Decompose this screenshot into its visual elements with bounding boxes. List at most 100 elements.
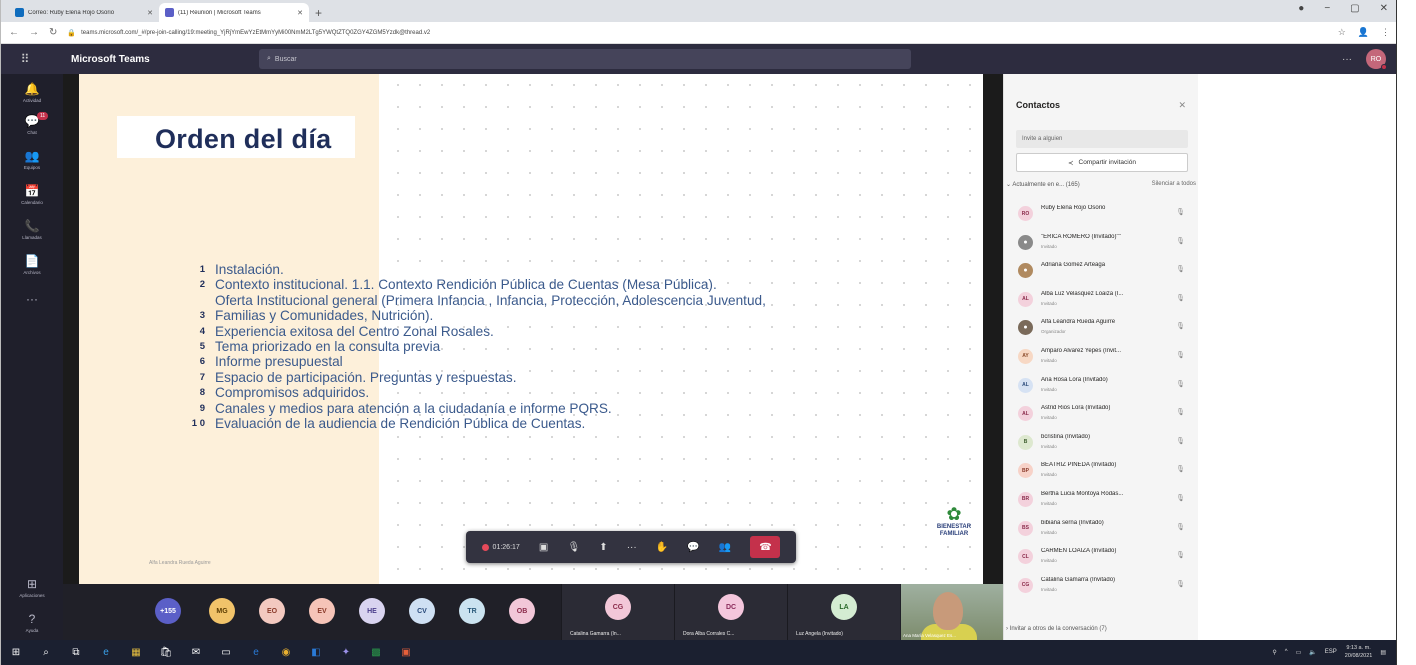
mic-muted-icon[interactable]: 🎙 xyxy=(1176,237,1185,245)
participant-list-item[interactable]: Bbcristina (Invitado) Invitado 🎙 xyxy=(1004,429,1199,458)
mic-muted-icon[interactable]: 🎙 xyxy=(1176,408,1185,416)
rail-item-more[interactable]: ··· xyxy=(1,292,63,306)
participant-list-item[interactable]: AY Amparo Alvarez Yepes (Invit... Invitado… xyxy=(1004,343,1199,372)
participant-list-item[interactable]: BP BEATRIZ PINEDA (Invitado) Invitado 🎙 xyxy=(1004,457,1199,486)
profile-icon[interactable]: ● xyxy=(1298,3,1304,14)
rail-item-aplicaciones[interactable]: ⊞ Aplicaciones xyxy=(1,577,63,598)
participant-list-item[interactable]: ● "ERICA ROMERO (Invitado)"" Invitado 🎙 xyxy=(1004,229,1199,258)
network-icon[interactable]: ▭ xyxy=(1296,649,1302,656)
participant-list-item[interactable]: ● Alfa Leandra Rueda Aguirre Organizador 🎙 xyxy=(1004,314,1199,343)
person-icon[interactable]: ⚲ xyxy=(1272,649,1276,656)
excel-icon[interactable]: ▩ xyxy=(361,647,391,658)
mic-muted-icon[interactable]: 🎙 xyxy=(1176,351,1185,359)
share-button[interactable]: ⬆ xyxy=(599,542,607,553)
outlook-icon[interactable]: ◧ xyxy=(301,647,331,658)
participant-avatar[interactable]: TR xyxy=(459,598,485,624)
participant-avatar[interactable]: HE xyxy=(359,598,385,624)
hangup-button[interactable]: ☎ xyxy=(750,536,781,558)
camera-off-button[interactable]: ▣ xyxy=(539,542,548,553)
participant-tile[interactable]: DC Dora Alba Corrales C... xyxy=(674,584,787,640)
notifications-icon[interactable]: ▤ xyxy=(1380,649,1386,656)
bookmark-star-icon[interactable]: ☆ xyxy=(1338,27,1346,38)
app-icon[interactable]: ▦ xyxy=(121,647,151,658)
mic-muted-icon[interactable]: 🎙 xyxy=(1176,523,1185,531)
store-icon[interactable]: 🛍 xyxy=(151,647,181,658)
search-box[interactable]: ⌕ Buscar xyxy=(259,49,911,69)
teams-icon[interactable]: ✦ xyxy=(331,647,361,658)
rail-item-chat[interactable]: 💬 Chat 11 xyxy=(1,112,63,135)
more-options-icon[interactable]: ··· xyxy=(1342,54,1352,65)
mic-muted-icon[interactable]: 🎙 xyxy=(1176,580,1185,588)
raise-hand-button[interactable]: ✋ xyxy=(656,542,668,553)
participants-button[interactable]: 👥 xyxy=(719,542,731,553)
maximize-button[interactable]: ▢ xyxy=(1350,3,1359,14)
mic-muted-icon[interactable]: 🎙 xyxy=(1176,294,1185,302)
mic-muted-icon[interactable]: 🎙 xyxy=(1176,551,1185,559)
participant-video-tile[interactable]: Ana María Velasquez Es... xyxy=(901,584,1003,640)
participant-avatar[interactable]: CV xyxy=(409,598,435,624)
language-indicator[interactable]: ESP xyxy=(1325,649,1337,655)
participant-list-item[interactable]: AL Ana Rosa Lora (Invitado) Invitado 🎙 xyxy=(1004,372,1199,401)
participant-avatar[interactable]: +155 xyxy=(155,598,181,624)
account-icon[interactable]: 👤 xyxy=(1358,27,1369,38)
close-icon[interactable]: ✕ xyxy=(1178,100,1186,111)
rail-item-calendario[interactable]: 📅 Calendario xyxy=(1,184,63,205)
participant-list-item[interactable]: AL Alba Luz Velasquez Loaiza (I... Invitad… xyxy=(1004,286,1199,315)
url-field[interactable]: 🔒 teams.microsoft.com/_#/pre-join-callin… xyxy=(67,29,1327,37)
app-launcher-icon[interactable]: ⠿ xyxy=(1,52,49,66)
participant-tile[interactable]: LA Luz Angela (Invitado) xyxy=(787,584,900,640)
powerpoint-icon[interactable]: ▣ xyxy=(391,647,421,658)
mic-off-button[interactable]: 🎙 xyxy=(567,542,580,553)
participant-list-item[interactable]: RO Ruby Elena Rojo Osorio 🎙 xyxy=(1004,200,1199,229)
mic-muted-icon[interactable]: 🎙 xyxy=(1176,322,1185,330)
chat-button[interactable]: 💬 xyxy=(687,542,699,553)
rail-item-equipos[interactable]: 👥 Equipos xyxy=(1,149,63,170)
task-view-icon[interactable]: ⧉ xyxy=(61,647,91,658)
tab-close-icon[interactable]: ✕ xyxy=(147,9,153,17)
search-icon[interactable]: ⌕ xyxy=(31,647,61,658)
participant-list-item[interactable]: BS bibiana serna (Invitado) Invitado 🎙 xyxy=(1004,515,1199,544)
forward-button[interactable]: → xyxy=(29,27,39,38)
invite-input[interactable]: Invite a alguien xyxy=(1016,130,1188,148)
minimize-button[interactable]: − xyxy=(1324,3,1330,14)
close-window-button[interactable]: ✕ xyxy=(1380,3,1388,14)
participant-avatar[interactable]: OB xyxy=(509,598,535,624)
chrome-icon[interactable]: ◉ xyxy=(271,647,301,658)
back-button[interactable]: ← xyxy=(9,27,19,38)
tab-close-icon[interactable]: ✕ xyxy=(297,9,303,17)
avatar[interactable]: RO xyxy=(1366,49,1387,70)
rail-item-archivos[interactable]: 📄 Archivos xyxy=(1,254,63,275)
menu-kebab-icon[interactable]: ⋮ xyxy=(1381,27,1390,38)
invite-others-link[interactable]: › Invitar a otros de la conversación (7) xyxy=(1006,626,1107,632)
participant-avatar[interactable]: MG xyxy=(209,598,235,624)
participant-list-item[interactable]: AL Astrid Rios Lora (Invitado) Invitado 🎙 xyxy=(1004,400,1199,429)
participant-list-item[interactable]: BR Bertha Lucia Montoya Rodas... Invitado 🎙 xyxy=(1004,486,1199,515)
more-actions-button[interactable]: ··· xyxy=(627,542,637,553)
new-tab-button[interactable]: + xyxy=(315,6,322,20)
section-label[interactable]: ⌄ Actualmente en e... (165) xyxy=(1006,181,1080,188)
browser-tab[interactable]: Correo: Ruby Elena Rojo Osorio ✕ xyxy=(9,3,159,22)
mic-muted-icon[interactable]: 🎙 xyxy=(1176,208,1185,216)
mute-all-button[interactable]: Silenciar a todos xyxy=(1152,181,1196,188)
mic-muted-icon[interactable]: 🎙 xyxy=(1176,465,1185,473)
rail-item-llamadas[interactable]: 📞 Llamadas xyxy=(1,219,63,240)
windows-start-icon[interactable]: ⊞ xyxy=(1,647,31,658)
mic-muted-icon[interactable]: 🎙 xyxy=(1176,437,1185,445)
ie-icon[interactable]: e xyxy=(241,647,271,658)
edge-icon[interactable]: e xyxy=(91,647,121,658)
share-invite-button[interactable]: ≺ Compartir invitación xyxy=(1016,153,1188,172)
mail-icon[interactable]: ✉ xyxy=(181,647,211,658)
participant-avatar[interactable]: EV xyxy=(309,598,335,624)
participant-list-item[interactable]: CG Catalina Gamarra (Invitado) Invitado 🎙 xyxy=(1004,572,1199,601)
participant-avatar[interactable]: EO xyxy=(259,598,285,624)
participant-list-item[interactable]: CL CARMEN LOAIZA (Invitado) Invitado 🎙 xyxy=(1004,543,1199,572)
calendar-icon[interactable]: ▭ xyxy=(211,647,241,658)
rail-item-ayuda[interactable]: ? Ayuda xyxy=(1,612,63,633)
mic-muted-icon[interactable]: 🎙 xyxy=(1176,380,1185,388)
clock[interactable]: 9:13 a. m. 20/08/2021 xyxy=(1345,644,1373,660)
mic-muted-icon[interactable]: 🎙 xyxy=(1176,494,1185,502)
chevron-up-icon[interactable]: ^ xyxy=(1285,649,1288,655)
participant-tile[interactable]: CG Catalina Gamarra (In... xyxy=(561,584,674,640)
browser-tab[interactable]: (11) Reunión | Microsoft Teams ✕ xyxy=(159,3,309,22)
volume-icon[interactable]: 🔈 xyxy=(1309,649,1316,656)
